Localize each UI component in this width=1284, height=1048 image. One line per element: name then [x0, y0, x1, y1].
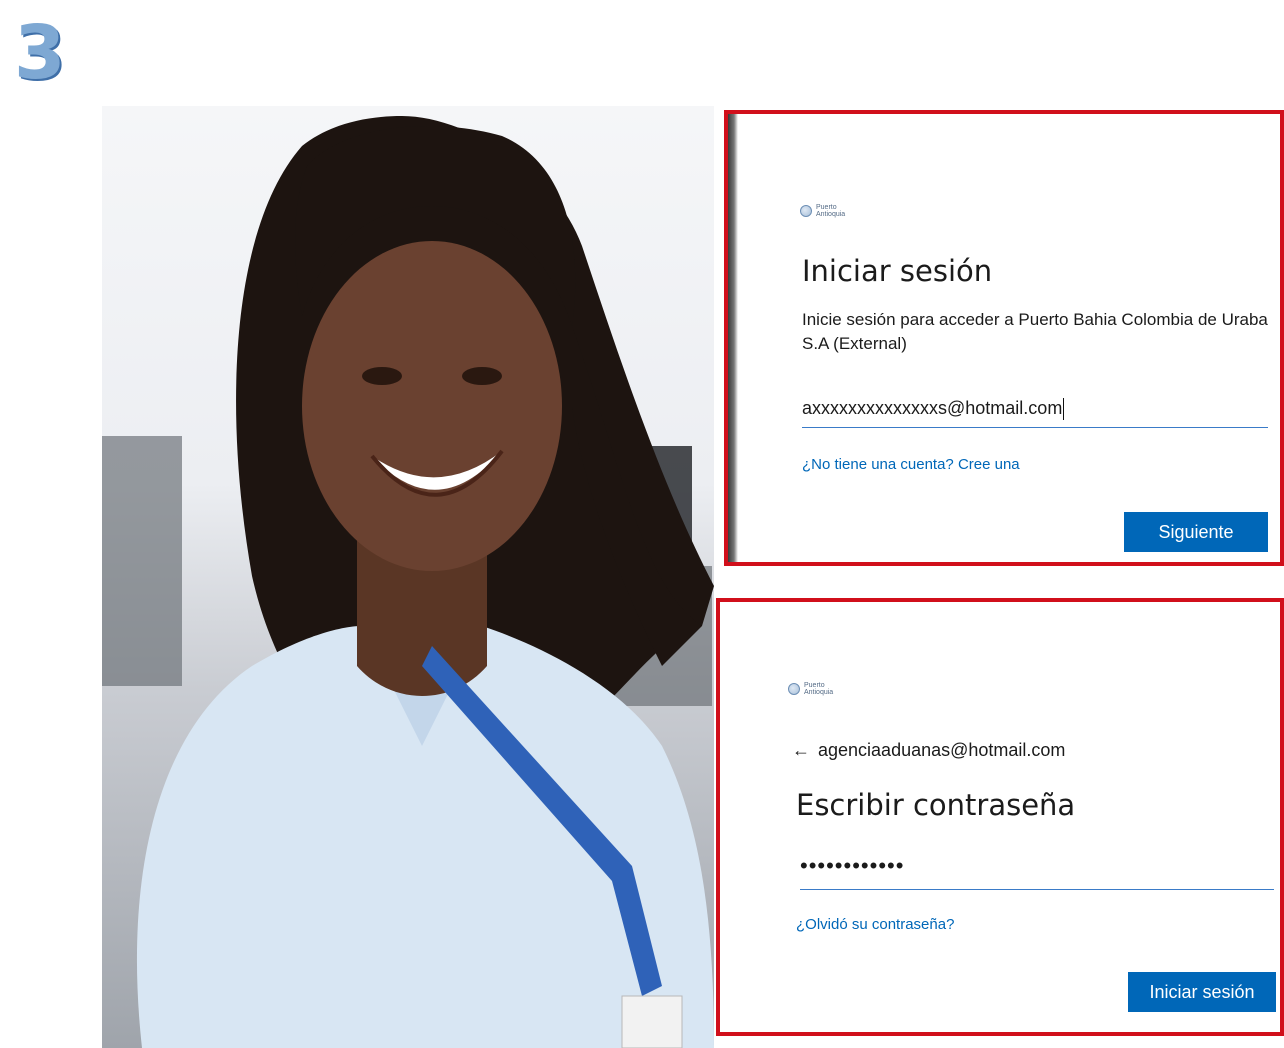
step-number: 3	[14, 10, 66, 96]
password-title: Escribir contraseña	[796, 788, 1076, 822]
email-value: axxxxxxxxxxxxxxs@hotmail.com	[802, 398, 1063, 418]
org-logo: Puerto Antioquia	[788, 682, 838, 696]
next-button[interactable]: Siguiente	[1124, 512, 1268, 552]
password-field[interactable]: ••••••••••••	[800, 846, 1274, 890]
create-account-link[interactable]: ¿No tiene una cuenta? Cree una	[802, 456, 1020, 473]
back-arrow-icon[interactable]: ←	[792, 740, 810, 760]
signin-button[interactable]: Iniciar sesión	[1128, 972, 1276, 1012]
forgot-password-link[interactable]: ¿Olvidó su contraseña?	[796, 916, 954, 933]
password-panel: Puerto Antioquia ← agenciaaduanas@hotmail…	[716, 598, 1284, 1036]
globe-icon	[800, 205, 812, 217]
photo-edge	[728, 114, 738, 562]
org-logo: Puerto Antioquia	[800, 204, 850, 218]
signin-title: Iniciar sesión	[802, 254, 993, 288]
signin-panel: Puerto Antioquia Iniciar sesión Inicie s…	[724, 110, 1284, 566]
org-name: Puerto Antioquia	[816, 204, 846, 218]
back-to-email[interactable]: ← agenciaaduanas@hotmail.com	[792, 740, 1065, 761]
text-caret	[1063, 398, 1065, 421]
org-name: Puerto Antioquia	[804, 682, 834, 696]
email-field[interactable]: axxxxxxxxxxxxxxs@hotmail.com	[802, 388, 1268, 428]
globe-icon	[788, 683, 800, 695]
person-photo	[102, 106, 714, 1048]
account-email: agenciaaduanas@hotmail.com	[818, 740, 1066, 760]
signin-subtitle: Inicie sesión para acceder a Puerto Bahi…	[802, 310, 1268, 353]
